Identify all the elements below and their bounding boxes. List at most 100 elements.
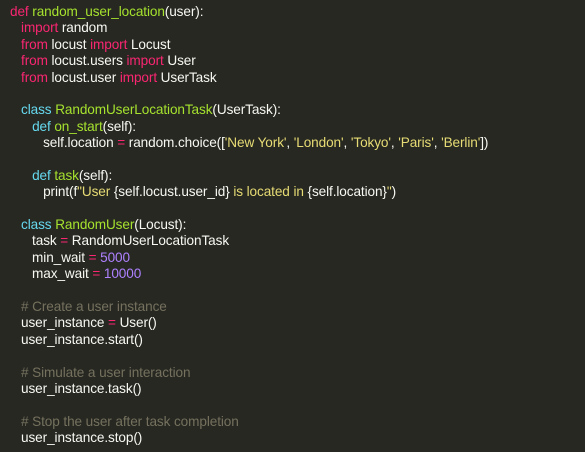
code-token: UserTask [157, 69, 217, 85]
code-line: self.location = random.choice(['New York… [10, 135, 585, 151]
code-token: user_instance.start() [10, 331, 143, 347]
code-token: {self.location} [307, 184, 387, 200]
code-token: = [117, 135, 126, 151]
code-token: from [21, 36, 48, 52]
code-token: 'Tokyo' [350, 135, 391, 151]
code-token: random [58, 20, 108, 36]
code-line: user_instance.start() [10, 332, 585, 348]
code-token: user_instance.task() [10, 380, 142, 396]
code-line: min_wait = 5000 [10, 250, 585, 266]
code-token: , [343, 135, 351, 151]
code-token: , [433, 135, 442, 151]
code-token: def [10, 4, 33, 19]
code-token: user_instance [10, 315, 109, 331]
code-token: task [54, 167, 79, 183]
code-token: (self): [78, 167, 113, 183]
code-token: random.choice([ [125, 135, 225, 151]
code-token: # Create a user instance [21, 299, 167, 315]
code-token: import [90, 36, 128, 52]
code-line: user_instance.task() [10, 381, 585, 397]
code-line: import random [10, 20, 585, 36]
code-token: Locust [127, 36, 171, 52]
code-token: import [126, 53, 164, 69]
code-line: task = RandomUserLocationTask [10, 233, 585, 249]
code-token: class [21, 217, 56, 233]
code-token: from [21, 69, 48, 85]
code-token: 5000 [100, 249, 130, 265]
code-line: ​ [10, 283, 585, 299]
code-token: {self.locust.user_id} [113, 184, 230, 200]
code-line: from locust import Locust [10, 37, 585, 53]
code-line: from locust.user import UserTask [10, 70, 585, 86]
code-line: ​ [10, 86, 585, 102]
code-token: is located in [229, 184, 308, 200]
code-line: def task(self): [10, 168, 585, 184]
code-line: # Simulate a user interaction [10, 365, 585, 381]
code-token: locust [47, 36, 91, 52]
code-line: user_instance.stop() [10, 430, 585, 446]
code-token: "User [77, 184, 114, 200]
code-token: min_wait [10, 249, 89, 265]
code-token: , [286, 135, 294, 151]
code-line: from locust.users import User [10, 53, 585, 69]
code-token: = [60, 233, 69, 249]
code-line: ​ [10, 201, 585, 217]
code-token: RandomUserLocationTask [68, 233, 230, 249]
code-line: # Create a user instance [10, 299, 585, 315]
code-token: task [10, 233, 61, 249]
code-token: random_user_location [32, 4, 165, 19]
code-token: RandomUser [55, 217, 135, 233]
code-token: RandomUserLocationTask [55, 102, 213, 118]
code-token: (user): [164, 4, 204, 19]
code-token: import [119, 69, 157, 85]
code-token: import [21, 20, 59, 36]
code-token: 'New York' [224, 135, 287, 151]
code-token: User [163, 53, 196, 69]
code-token: (self): [102, 118, 136, 134]
code-token: from [21, 53, 48, 69]
code-token: def [32, 167, 55, 183]
code-token: 'Berlin' [441, 135, 481, 151]
code-line: # Stop the user after task completion [10, 414, 585, 430]
code-token: 10000 [103, 266, 142, 282]
code-editor[interactable]: def random_user_location(user): import r… [0, 0, 585, 452]
code-token: (Locust): [134, 217, 187, 233]
code-token: max_wait [10, 266, 93, 282]
code-token: # Stop the user after task completion [21, 413, 239, 429]
code-token: self.location [10, 135, 118, 151]
code-token: 'London' [293, 135, 344, 151]
code-token: # Simulate a user interaction [21, 364, 191, 380]
code-token: ]) [480, 135, 489, 151]
code-line: def on_start(self): [10, 119, 585, 135]
code-token: user_instance.stop() [10, 430, 143, 446]
code-line: ​ [10, 397, 585, 413]
code-line: ​ [10, 152, 585, 168]
code-token: 'Paris' [398, 135, 434, 151]
code-token: class [21, 102, 56, 118]
code-token: User() [115, 315, 157, 331]
code-token: ) [391, 184, 397, 200]
code-token: locust.user [47, 69, 120, 85]
code-token: locust.users [47, 53, 127, 69]
code-line: ​ [10, 348, 585, 364]
code-line: class RandomUser(Locust): [10, 217, 585, 233]
code-token: on_start [54, 118, 103, 134]
code-line: max_wait = 10000 [10, 266, 585, 282]
code-token: = [108, 315, 116, 331]
code-token: print(f [10, 184, 78, 200]
code-line: user_instance = User() [10, 315, 585, 331]
code-line: class RandomUserLocationTask(UserTask): [10, 102, 585, 118]
code-token: (UserTask): [212, 102, 281, 118]
code-line: print(f"User {self.locust.user_id} is lo… [10, 184, 585, 200]
